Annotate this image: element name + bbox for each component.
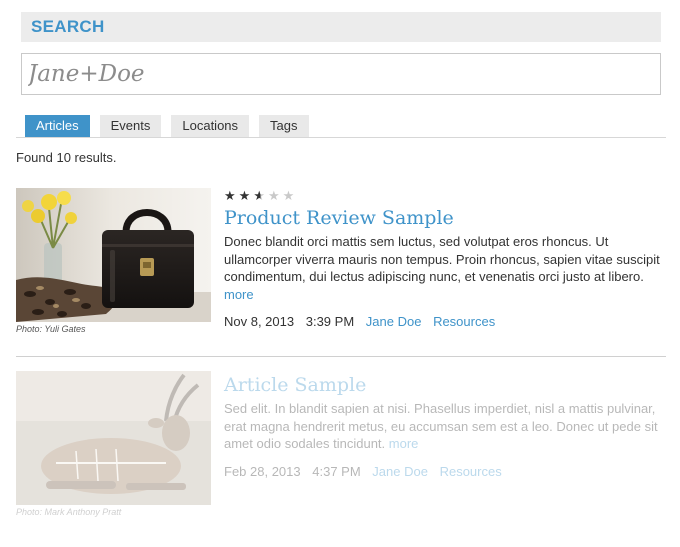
result-summary: Donec blandit orci mattis sem luctus, se… (224, 233, 664, 303)
star-empty-icon: ★ (267, 188, 283, 203)
result-meta: Feb 28, 2013 4:37 PM Jane Doe Resources (224, 464, 664, 479)
more-link[interactable]: more (389, 436, 419, 451)
author-link[interactable]: Jane Doe (366, 314, 422, 329)
leather-bag-photo[interactable] (16, 188, 211, 322)
search-heading: SEARCH (31, 17, 105, 36)
star-rating: ★★★★★ (224, 188, 664, 204)
result-summary: Sed elit. In blandit sapien at nisi. Pha… (224, 400, 664, 453)
antelope-photo[interactable] (16, 371, 211, 505)
result-date: Feb 28, 2013 (224, 463, 301, 479)
star-icon: ★ (224, 188, 239, 203)
tabs-divider (16, 137, 666, 138)
result-meta: Nov 8, 2013 3:39 PM Jane Doe Resources (224, 314, 664, 329)
summary-text: Donec blandit orci mattis sem luctus, se… (224, 234, 660, 284)
tab-events[interactable]: Events (99, 115, 162, 137)
tab-locations[interactable]: Locations (171, 115, 250, 137)
result-item: Photo: Yuli Gates ★★★★★ Product Review S… (16, 188, 666, 348)
result-tabs: Articles Events Locations Tags (25, 115, 319, 137)
result-date: Nov 8, 2013 (224, 314, 295, 329)
photo-caption: Photo: Yuli Gates (16, 324, 86, 334)
tab-tags[interactable]: Tags (259, 115, 309, 137)
summary-text: Sed elit. In blandit sapien at nisi. Pha… (224, 401, 658, 451)
results-count: Found 10 results. (16, 150, 117, 165)
tab-articles[interactable]: Articles (25, 115, 90, 137)
result-time: 4:37 PM (312, 463, 361, 479)
star-empty-icon: ★ (282, 188, 298, 203)
category-link[interactable]: Resources (440, 464, 502, 479)
search-header: SEARCH (21, 12, 661, 42)
star-icon: ★ (238, 188, 254, 203)
author-link[interactable]: Jane Doe (372, 464, 428, 479)
search-input[interactable] (21, 53, 661, 95)
result-divider (16, 356, 666, 357)
result-time: 3:39 PM (305, 314, 355, 329)
photo-caption: Photo: Mark Anthony Pratt (16, 507, 122, 517)
result-title[interactable]: Article Sample (224, 373, 664, 397)
result-item: Photo: Mark Anthony Pratt Article Sample… (16, 371, 666, 541)
result-title[interactable]: Product Review Sample (224, 206, 664, 230)
category-link[interactable]: Resources (433, 314, 495, 329)
more-link[interactable]: more (224, 287, 254, 302)
half-star-icon: ★ (253, 188, 268, 203)
